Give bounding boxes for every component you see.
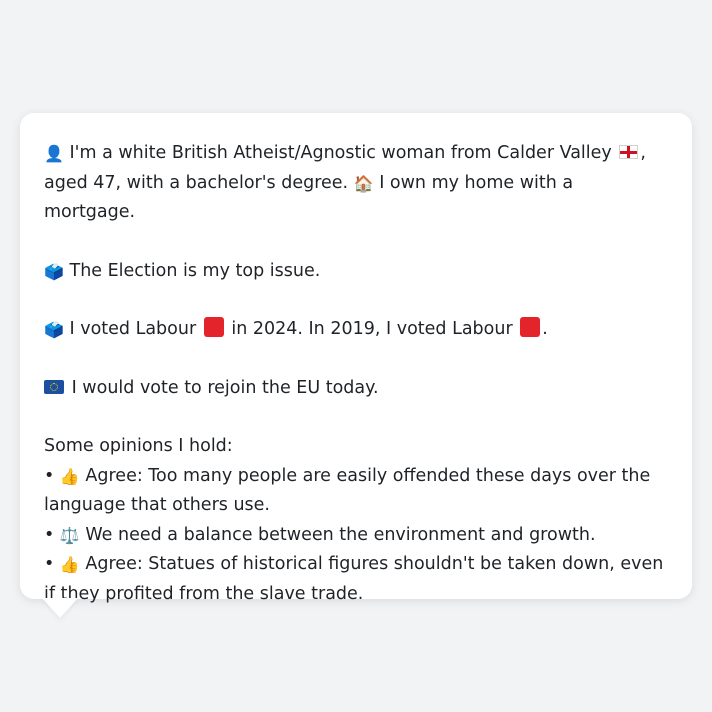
house-icon: 🏠 [353, 173, 374, 193]
top-issue-text: The Election is my top issue. [69, 260, 321, 281]
eu-text: I would vote to rejoin the EU today. [71, 377, 379, 398]
bullet: • [44, 524, 55, 545]
opinion-text: Agree: Statues of historical figures sho… [44, 554, 664, 604]
labour-red-square-icon [520, 317, 541, 337]
person-silhouette-icon: 👤 [44, 144, 64, 163]
opinion-text: We need a balance between the environmen… [85, 524, 596, 545]
opinion-item: • 👍 Agree: Too many people are easily of… [44, 462, 668, 521]
ballot-box-icon: 🗳️ [44, 261, 64, 281]
bullet: • [44, 465, 55, 486]
vote-2019-text: in 2024. In 2019, I voted Labour [231, 319, 513, 339]
votes-line: 🗳️ I voted Labour in 2024. In 2019, I vo… [44, 315, 668, 345]
thumbs-up-icon: 👍 [59, 555, 80, 574]
opinions-heading: Some opinions I hold: [44, 436, 233, 456]
eu-line: I would vote to rejoin the EU today. [44, 374, 668, 404]
persona-card: 👤 I'm a white British Atheist/Agnostic w… [20, 113, 692, 604]
thumbs-up-icon: 👍 [59, 466, 80, 486]
vote-2024-text: I voted Labour [69, 319, 197, 339]
labour-red-square-icon [203, 317, 224, 337]
intro-text: I'm a white British Atheist/Agnostic wom… [69, 143, 612, 163]
opinion-item: • ⚖️ We need a balance between the envir… [44, 521, 668, 551]
ballot-box-icon: 🗳️ [44, 320, 64, 339]
eu-flag-icon [44, 379, 64, 394]
top-issue-line: 🗳️ The Election is my top issue. [44, 257, 668, 287]
england-flag-icon [619, 145, 639, 159]
vote-end-text: . [542, 319, 548, 339]
balance-scale-icon: ⚖️ [59, 525, 80, 545]
opinion-text: Agree: Too many people are easily offend… [44, 465, 651, 516]
bullet: • [44, 554, 55, 574]
intro-line: 👤 I'm a white British Atheist/Agnostic w… [44, 139, 668, 228]
speech-bubble-tail [42, 598, 78, 618]
opinion-item: • 👍 Agree: Statues of historical figures… [44, 550, 668, 609]
